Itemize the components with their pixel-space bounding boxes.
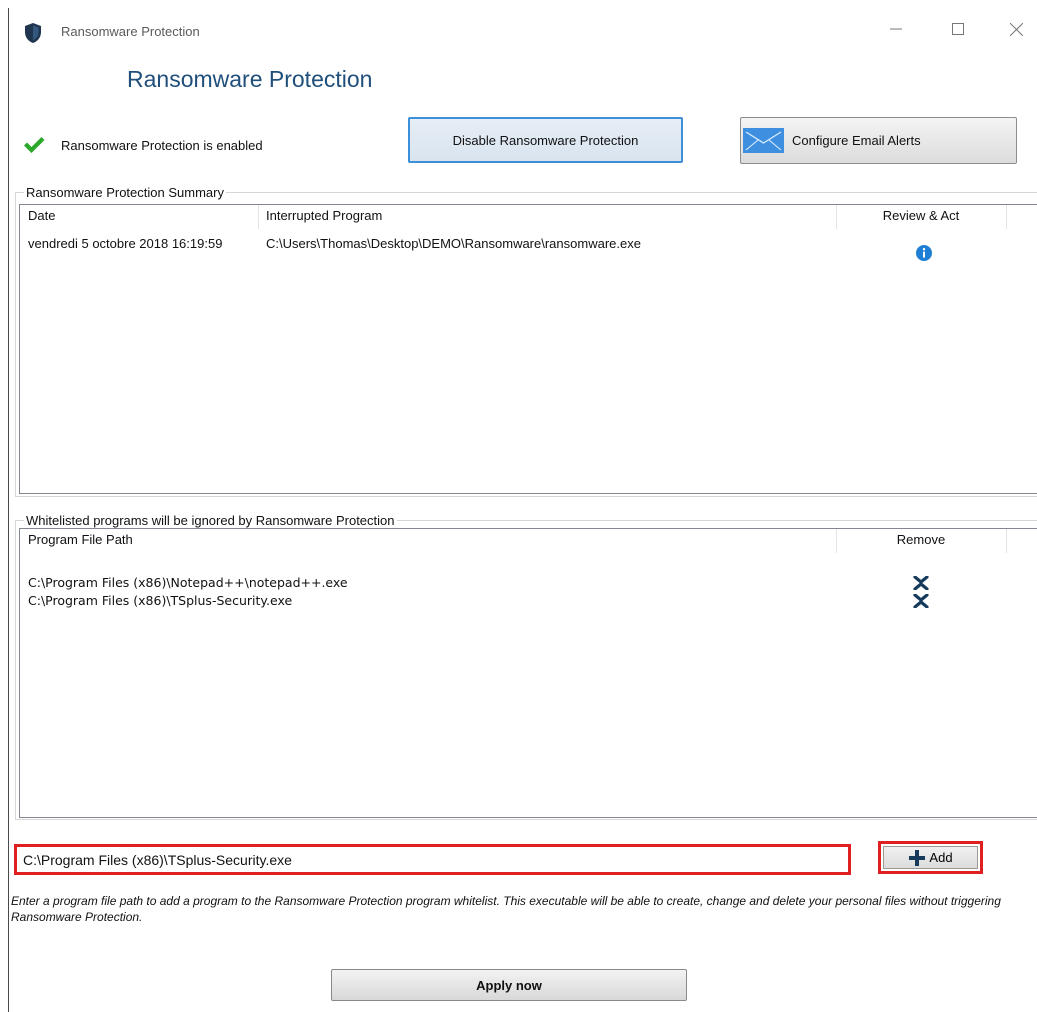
whitelist-list[interactable]: Program File Path Remove C:\Program File… bbox=[19, 528, 1037, 818]
summary-legend: Ransomware Protection Summary bbox=[26, 185, 224, 200]
maximize-icon bbox=[952, 23, 964, 35]
window-title: Ransomware Protection bbox=[61, 24, 200, 39]
add-button[interactable]: Add bbox=[878, 841, 983, 874]
row-date: vendredi 5 octobre 2018 16:19:59 bbox=[28, 236, 223, 251]
summary-list[interactable]: Date Interrupted Program Review & Act ve… bbox=[19, 204, 1037, 494]
help-text: Enter a program file path to add a progr… bbox=[11, 894, 1001, 924]
row-program: C:\Users\Thomas\Desktop\DEMO\Ransomware\… bbox=[266, 236, 641, 251]
main-window: Ransomware Protection Ransomware Protect… bbox=[8, 8, 1037, 1012]
whitelist-legend: Whitelisted programs will be ignored by … bbox=[26, 513, 395, 528]
table-row[interactable]: C:\Program Files (x86)\Notepad++\notepad… bbox=[20, 574, 1037, 592]
configure-email-alerts-label: Configure Email Alerts bbox=[792, 133, 921, 148]
check-icon bbox=[24, 137, 45, 153]
maximize-button[interactable] bbox=[935, 12, 981, 46]
minimize-button[interactable] bbox=[873, 12, 919, 46]
col-remove[interactable]: Remove bbox=[836, 529, 1006, 553]
col-program-file-path[interactable]: Program File Path bbox=[20, 529, 836, 553]
disable-protection-button[interactable]: Disable Ransomware Protection bbox=[408, 117, 683, 163]
page-title: Ransomware Protection bbox=[127, 66, 373, 92]
add-button-label: Add bbox=[929, 850, 953, 865]
column-divider[interactable] bbox=[1006, 529, 1007, 553]
close-x-icon[interactable] bbox=[913, 594, 929, 608]
summary-header: Date Interrupted Program Review & Act bbox=[20, 205, 1037, 229]
status-text: Ransomware Protection is enabled bbox=[61, 137, 263, 153]
protection-status: Ransomware Protection is enabled bbox=[23, 134, 263, 156]
close-x-icon[interactable] bbox=[913, 576, 929, 590]
minimize-icon bbox=[890, 28, 902, 30]
program-path-input[interactable] bbox=[14, 844, 851, 875]
apply-now-button[interactable]: Apply now bbox=[331, 969, 687, 1001]
add-button-face[interactable]: Add bbox=[883, 846, 978, 869]
table-row[interactable]: C:\Program Files (x86)\TSplus-Security.e… bbox=[20, 592, 1037, 610]
plus-icon bbox=[909, 849, 926, 866]
col-date[interactable]: Date bbox=[20, 205, 258, 229]
title-bar[interactable]: Ransomware Protection bbox=[9, 8, 1037, 56]
close-icon bbox=[1009, 22, 1023, 36]
col-review-act[interactable]: Review & Act bbox=[836, 205, 1006, 229]
row-path: C:\Program Files (x86)\Notepad++\notepad… bbox=[28, 575, 348, 590]
row-path: C:\Program Files (x86)\TSplus-Security.e… bbox=[28, 593, 293, 608]
column-divider[interactable] bbox=[1006, 205, 1007, 229]
shield-icon bbox=[25, 23, 41, 43]
info-icon[interactable] bbox=[916, 245, 932, 261]
close-window-button[interactable] bbox=[993, 12, 1037, 46]
whitelist-header: Program File Path Remove bbox=[20, 529, 1037, 553]
configure-email-alerts-button[interactable]: Configure Email Alerts bbox=[740, 117, 1017, 164]
col-interrupted-program[interactable]: Interrupted Program bbox=[258, 205, 836, 229]
mail-icon bbox=[743, 128, 784, 153]
table-row[interactable]: vendredi 5 octobre 2018 16:19:59 C:\User… bbox=[20, 235, 1037, 253]
